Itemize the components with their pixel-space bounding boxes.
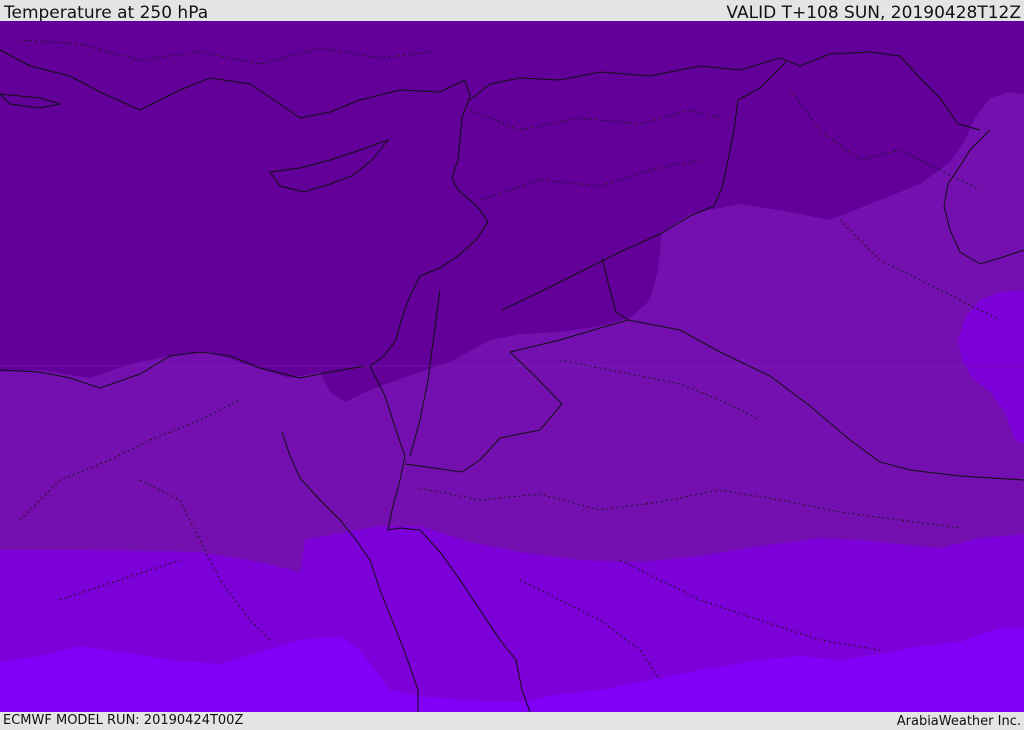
map-canvas (0, 21, 1024, 712)
footer-bar: ECMWF MODEL RUN: 20190424T00Z ArabiaWeat… (0, 712, 1024, 729)
map-title: Temperature at 250 hPa (4, 3, 209, 23)
credit-label: ArabiaWeather Inc. (896, 714, 1021, 729)
weather-map[interactable] (0, 21, 1024, 712)
valid-time: VALID T+108 SUN, 20190428T12Z (726, 3, 1021, 23)
header-bar: Temperature at 250 hPa VALID T+108 SUN, … (0, 0, 1024, 23)
model-run-label: ECMWF MODEL RUN: 20190424T00Z (3, 713, 244, 728)
